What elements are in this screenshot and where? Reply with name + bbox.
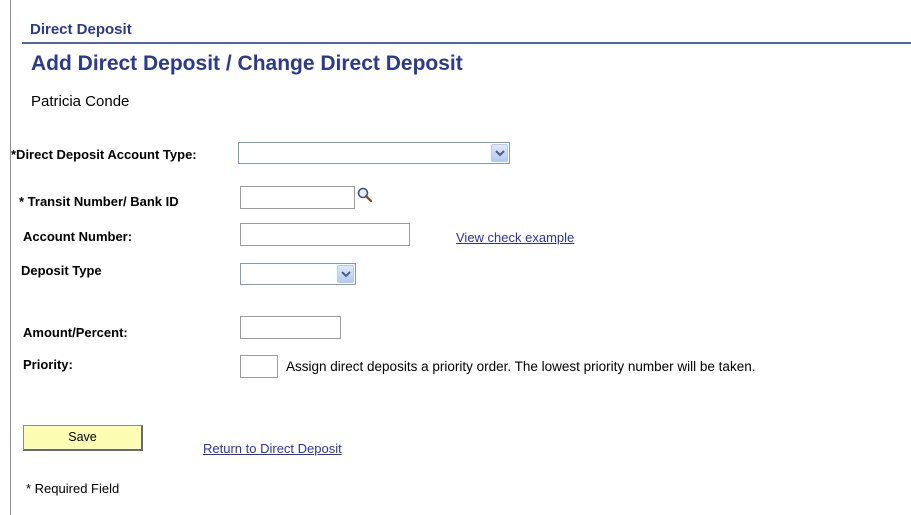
magnifier-icon[interactable] bbox=[356, 186, 374, 204]
section-divider bbox=[22, 42, 911, 44]
employee-name: Patricia Conde bbox=[31, 93, 130, 110]
deposit-type-label: Deposit Type bbox=[21, 263, 102, 278]
account-number-label: Account Number: bbox=[23, 229, 133, 244]
transit-number-label: * Transit Number/ Bank ID bbox=[19, 194, 179, 209]
chevron-down-icon[interactable] bbox=[491, 144, 508, 162]
amount-percent-label: Amount/Percent: bbox=[23, 325, 128, 340]
priority-input[interactable] bbox=[240, 355, 278, 378]
view-check-example-link[interactable]: View check example bbox=[456, 230, 574, 245]
return-to-direct-deposit-link[interactable]: Return to Direct Deposit bbox=[203, 441, 342, 456]
section-title: Direct Deposit bbox=[30, 21, 132, 38]
priority-help-text: Assign direct deposits a priority order.… bbox=[286, 359, 756, 374]
chevron-down-icon[interactable] bbox=[337, 265, 354, 283]
deposit-type-select[interactable] bbox=[240, 263, 356, 285]
required-field-note: * Required Field bbox=[26, 481, 120, 496]
transit-number-input[interactable] bbox=[240, 186, 355, 209]
account-number-input[interactable] bbox=[240, 223, 410, 246]
priority-label: Priority: bbox=[23, 357, 73, 372]
account-type-select[interactable] bbox=[238, 142, 510, 164]
page-frame bbox=[10, 0, 911, 515]
save-button[interactable]: Save bbox=[23, 425, 143, 451]
amount-percent-input[interactable] bbox=[240, 316, 341, 339]
account-type-label: *Direct Deposit Account Type: bbox=[11, 147, 197, 162]
page-title: Add Direct Deposit / Change Direct Depos… bbox=[31, 52, 463, 75]
